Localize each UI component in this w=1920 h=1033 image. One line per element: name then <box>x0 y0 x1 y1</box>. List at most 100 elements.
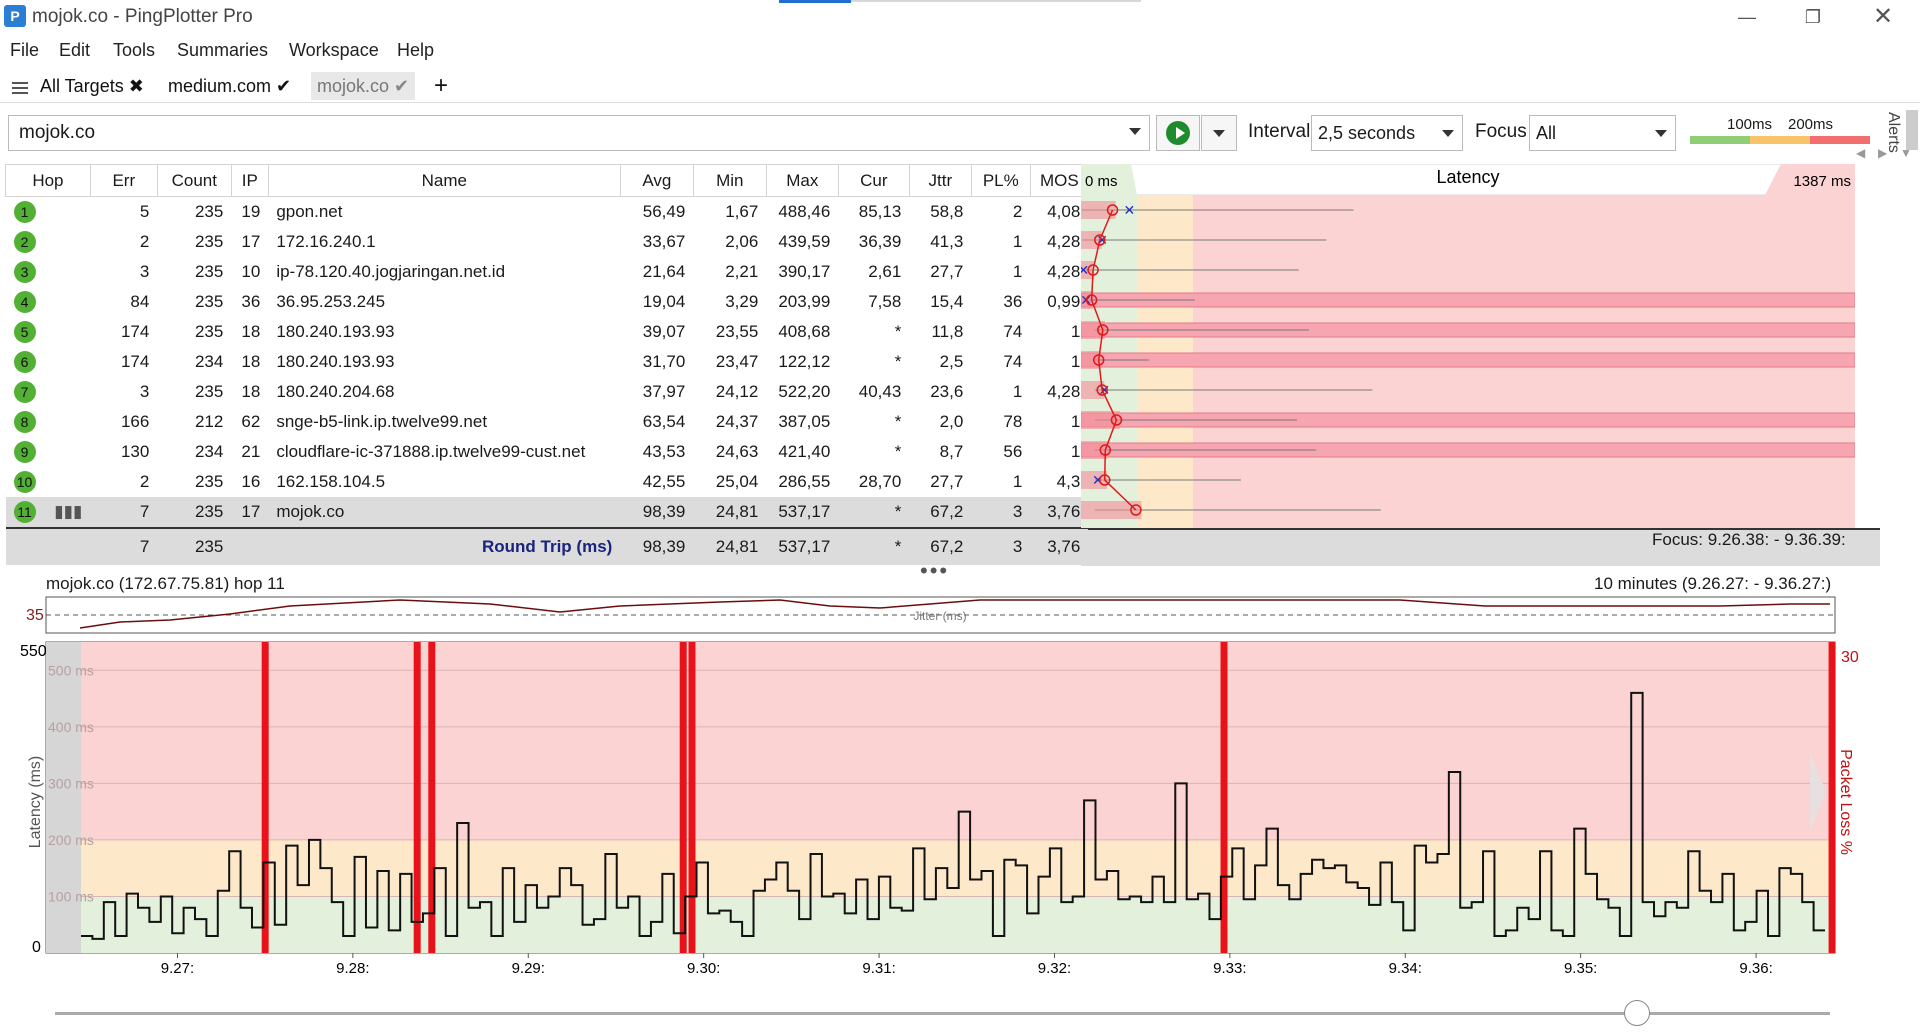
hop-cell: 10 <box>6 467 91 497</box>
splitter-dots-icon[interactable]: ••• <box>920 558 949 584</box>
table-row[interactable]: 6 174 234 18 180.240.193.93 31,70 23,47 122,12 *… <box>6 347 1089 377</box>
menu-summaries[interactable]: Summaries <box>177 40 268 61</box>
cell-min: 24,63 <box>715 442 759 461</box>
start-trace-button[interactable] <box>1156 115 1200 151</box>
table-row[interactable]: 7 3 235 18 180.240.204.68 37,97 24,12 522,20 40,… <box>6 377 1089 407</box>
table-row[interactable]: 11 ▮▮▮ 7 235 17 mojok.co 98,39 24,81 537,17 * 67,… <box>5 497 1089 528</box>
avg-latency-bar <box>1081 501 1142 519</box>
menu-workspace[interactable]: Workspace <box>289 40 379 61</box>
add-tab-icon[interactable]: + <box>434 72 448 100</box>
col-count[interactable]: Count <box>156 164 232 197</box>
cell-mos: 1 <box>1070 412 1081 431</box>
cell-jttr: 23,6 <box>930 382 964 401</box>
start-options-button[interactable] <box>1201 115 1237 151</box>
hop-number-badge: 6 <box>13 351 36 373</box>
col-max[interactable]: Max <box>765 164 839 197</box>
alerts-panel-tab[interactable]: Alerts <box>1884 112 1902 153</box>
no-data-region <box>46 642 81 953</box>
menu-help[interactable]: Help <box>397 40 434 61</box>
y-min-label: 0 <box>32 939 41 956</box>
scrollbar[interactable] <box>1906 110 1918 150</box>
hop-number-badge: 4 <box>13 291 36 313</box>
cell-pl: 36 <box>1003 292 1023 311</box>
col-jttr[interactable]: Jttr <box>908 164 972 197</box>
focus-label: Focus <box>1475 121 1527 142</box>
cell-cur: * <box>894 412 902 431</box>
cell-cur: * <box>894 442 902 461</box>
cell-max: 387,05 <box>778 412 831 431</box>
timeline-range-label[interactable]: 10 minutes (9.26.27: - 9.36.27:) <box>1594 574 1831 594</box>
cell-count: 234 <box>194 352 224 371</box>
cell-min: 3,29 <box>725 292 759 311</box>
cell-jttr: 11,8 <box>931 322 964 341</box>
hamburger-icon[interactable] <box>12 82 28 84</box>
cell-max: 488,46 <box>778 202 831 221</box>
band-label: 500 ms <box>48 662 94 678</box>
legend-200ms: 200ms <box>1788 116 1834 133</box>
menu-edit[interactable]: Edit <box>59 40 90 61</box>
cell-count: 235 <box>157 527 232 565</box>
col-mos[interactable]: MOS <box>1029 164 1089 197</box>
band-label: 200 ms <box>48 832 94 848</box>
cell-ip: 19 <box>241 202 261 221</box>
x-tick-label: 9.32: <box>1038 960 1071 977</box>
bar-chart-icon[interactable]: ▮▮▮ <box>54 502 82 521</box>
interval-select[interactable]: 2,5 seconds <box>1311 115 1463 151</box>
time-slider-track[interactable] <box>55 1012 1830 1015</box>
col-pl[interactable]: PL% <box>970 164 1031 197</box>
table-row[interactable]: 10 2 235 16 162.158.104.5 42,55 25,04 286,55 28,… <box>6 467 1089 497</box>
table-row[interactable]: 5 174 235 18 180.240.193.93 39,07 23,55 408,68 *… <box>6 317 1089 347</box>
cell-max: 421,40 <box>778 442 831 461</box>
table-row[interactable]: 4 84 235 36 36.95.253.245 19,04 3,29 203,99 7,58… <box>6 287 1089 317</box>
cell-min: 2,21 <box>725 262 759 281</box>
cell-min: 23,55 <box>715 322 759 341</box>
table-row[interactable]: 3 3 235 10 ip-78.120.40.jogjaringan.net.id 21… <box>6 257 1089 287</box>
minimize-icon[interactable]: — <box>1724 0 1770 34</box>
title-accent-track <box>851 0 1141 2</box>
band-label: 400 ms <box>48 719 94 735</box>
hop-number-badge: 3 <box>13 261 36 283</box>
cell-max: 537,17 <box>766 527 839 565</box>
table-row[interactable]: 8 166 212 62 snge-b5-link.ip.twelve99.net 63,… <box>6 407 1089 437</box>
tab-all-targets[interactable]: All Targets ✖ <box>40 72 144 100</box>
tab-mojok[interactable]: mojok.co ✔ <box>311 72 416 100</box>
target-input[interactable]: mojok.co <box>8 115 1150 151</box>
menu-tools[interactable]: Tools <box>113 40 155 61</box>
time-slider-thumb[interactable] <box>1624 1000 1650 1026</box>
focus-select[interactable]: All <box>1529 115 1676 151</box>
col-cur[interactable]: Cur <box>837 164 910 197</box>
col-avg[interactable]: Avg <box>619 164 694 197</box>
close-x-icon[interactable]: ✖ <box>129 76 144 96</box>
focus-value: All <box>1536 123 1557 143</box>
x-tick-label: 9.29: <box>512 960 545 977</box>
cell-mos: 3,76 <box>1030 497 1089 528</box>
cell-jttr: 27,7 <box>930 472 964 491</box>
cell-cur: * <box>894 322 902 341</box>
cell-pl: 2 <box>1012 202 1023 221</box>
close-icon[interactable]: ✕ <box>1860 0 1906 34</box>
col-err[interactable]: Err <box>89 164 158 197</box>
restore-icon[interactable]: ❐ <box>1790 0 1836 34</box>
good-latency-band <box>46 896 1835 953</box>
col-name[interactable]: Name <box>267 164 621 197</box>
cell-name: 180.240.193.93 <box>276 352 395 371</box>
table-row[interactable]: 1 5 235 19 gpon.net 56,49 1,67 488,46 85,13 58,8 2… <box>6 197 1089 228</box>
cell-pl: 3 <box>971 497 1031 528</box>
table-row[interactable]: 9 130 234 21 cloudflare-ic-371888.ip.twelve9… <box>6 437 1089 467</box>
col-hop[interactable]: Hop <box>5 164 91 197</box>
cell-max: 390,17 <box>778 262 831 281</box>
cell-err: 7 <box>90 497 158 528</box>
menu-file[interactable]: File <box>10 40 39 61</box>
cell-max: 522,20 <box>778 382 831 401</box>
cell-avg: 21,64 <box>642 262 686 281</box>
col-min[interactable]: Min <box>692 164 767 197</box>
x-tick-label: 9.34: <box>1389 960 1422 977</box>
tab-medium[interactable]: medium.com ✔ <box>168 72 291 100</box>
table-row[interactable]: 2 2 235 17 172.16.240.1 33,67 2,06 439,59 36,39 4… <box>6 227 1089 257</box>
x-tick-label: 9.35: <box>1564 960 1597 977</box>
timeline-panel: ••• mojok.co (172.67.75.81) hop 11 10 mi… <box>0 558 1880 1002</box>
cell-cur: * <box>838 497 910 528</box>
col-ip[interactable]: IP <box>230 164 269 197</box>
cell-count: 235 <box>194 232 224 251</box>
chevron-down-icon[interactable] <box>1129 128 1141 135</box>
